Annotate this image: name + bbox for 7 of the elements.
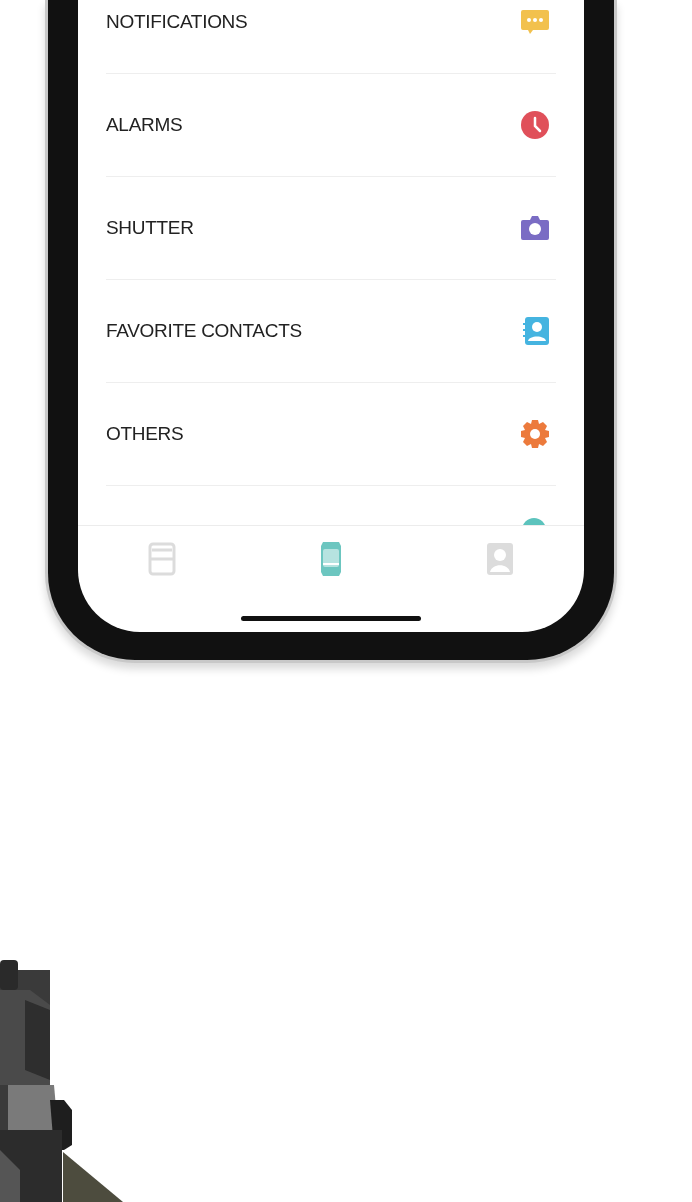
setting-label[interactable]: SHUTTER [106, 213, 194, 243]
card-icon[interactable] [148, 541, 177, 576]
setting-label[interactable]: ALARMS [106, 110, 183, 140]
person-icon[interactable] [485, 541, 514, 576]
setting-label[interactable]: FAVORITE CONTACTS [106, 316, 302, 346]
setting-label[interactable]: NOTIFICATIONS [106, 7, 248, 37]
setting-label[interactable]: OTHERS [106, 419, 184, 449]
